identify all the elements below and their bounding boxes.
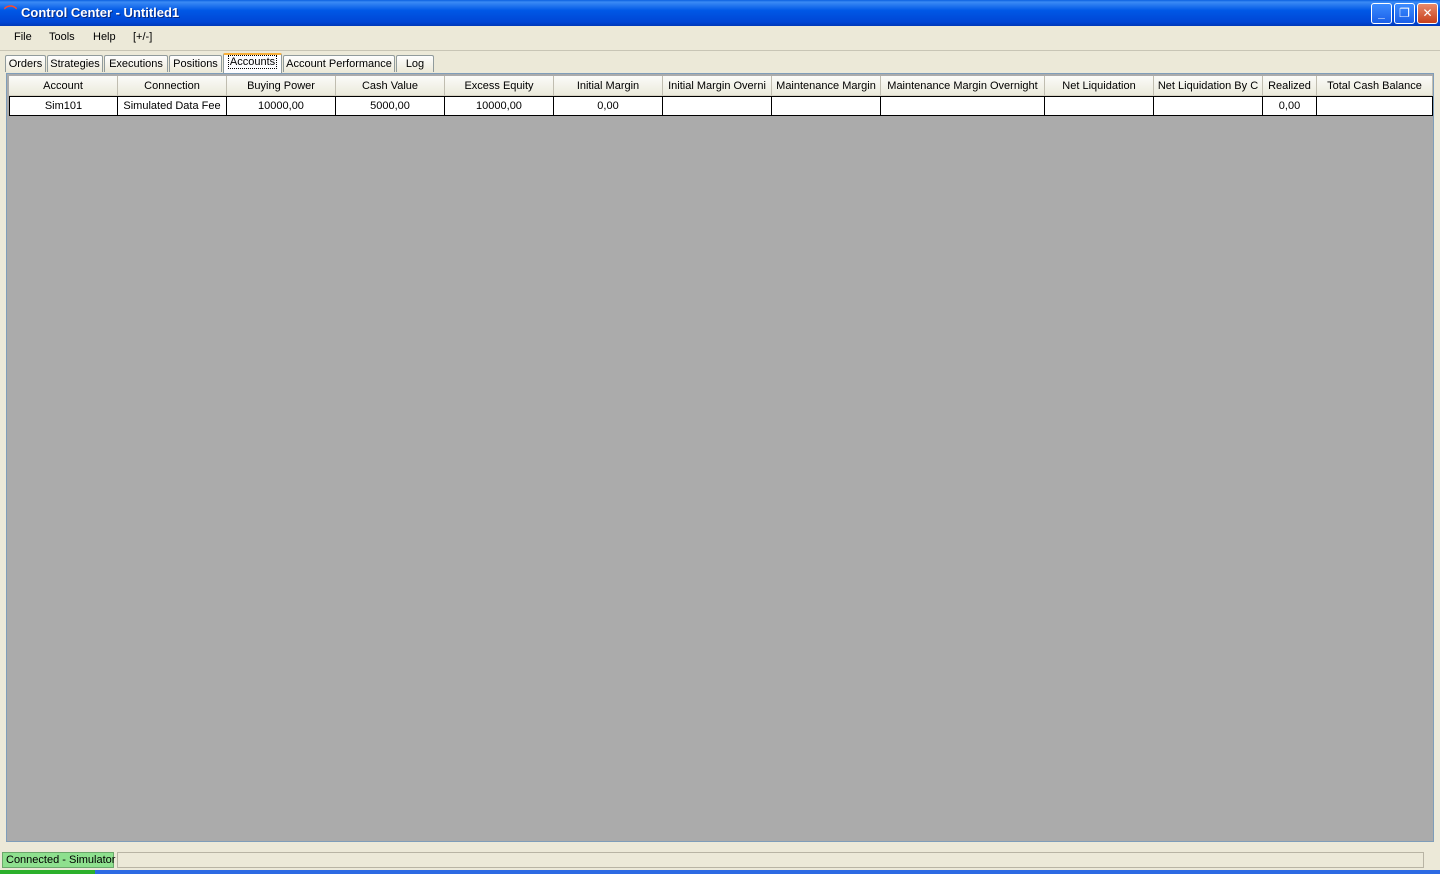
cell-maintenance-margin-overnight[interactable] (881, 96, 1045, 116)
tab-accounts[interactable]: Accounts (223, 53, 282, 73)
cell-initial-margin[interactable]: 0,00 (554, 96, 663, 116)
cell-realized[interactable]: 0,00 (1263, 96, 1317, 116)
tab-executions[interactable]: Executions (104, 55, 168, 72)
col-maintenance-margin[interactable]: Maintenance Margin (772, 76, 881, 96)
col-initial-margin-overnight[interactable]: Initial Margin Overni (663, 76, 772, 96)
tab-accounts-label: Accounts (227, 55, 278, 69)
close-button[interactable]: ✕ (1417, 3, 1438, 24)
col-account[interactable]: Account (9, 76, 118, 96)
cell-maintenance-margin[interactable] (772, 96, 881, 116)
cell-cash-value[interactable]: 5000,00 (336, 96, 445, 116)
tab-orders[interactable]: Orders (5, 55, 46, 72)
tab-strip: Orders Strategies Executions Positions A… (0, 53, 1440, 73)
col-connection[interactable]: Connection (118, 76, 227, 96)
cell-excess-equity[interactable]: 10000,00 (445, 96, 554, 116)
tab-log[interactable]: Log (396, 55, 434, 72)
tab-strategies[interactable]: Strategies (47, 55, 103, 72)
col-cash-value[interactable]: Cash Value (336, 76, 445, 96)
title-bar[interactable]: ⌒ Control Center - Untitled1 _ ❐ ✕ (0, 0, 1440, 26)
menu-file[interactable]: File (14, 31, 32, 43)
window-title: Control Center - Untitled1 (21, 5, 180, 20)
connection-status: Connected - Simulator (2, 852, 115, 868)
col-total-cash-balance[interactable]: Total Cash Balance (1317, 76, 1433, 96)
col-maintenance-margin-overnight[interactable]: Maintenance Margin Overnight (881, 76, 1045, 96)
col-initial-margin[interactable]: Initial Margin (554, 76, 663, 96)
col-buying-power[interactable]: Buying Power (227, 76, 336, 96)
col-excess-equity[interactable]: Excess Equity (445, 76, 554, 96)
cell-total-cash-balance[interactable] (1317, 96, 1433, 116)
col-net-liquidation-by-currency[interactable]: Net Liquidation By C (1154, 76, 1263, 96)
accounts-grid-panel[interactable]: Account Connection Buying Power Cash Val… (6, 73, 1434, 842)
cell-buying-power[interactable]: 10000,00 (227, 96, 336, 116)
menu-help[interactable]: Help (93, 31, 116, 43)
menu-tools[interactable]: Tools (49, 31, 75, 43)
cell-net-liquidation[interactable] (1045, 96, 1154, 116)
cell-account[interactable]: Sim101 (9, 96, 118, 116)
col-realized[interactable]: Realized (1263, 76, 1317, 96)
restore-button[interactable]: ❐ (1394, 3, 1415, 24)
table-row[interactable]: Sim101 Simulated Data Fee 10000,00 5000,… (9, 96, 1433, 116)
status-bar: Connected - Simulator (0, 850, 1440, 870)
cell-initial-margin-overnight[interactable] (663, 96, 772, 116)
minimize-button[interactable]: _ (1371, 3, 1392, 24)
taskbar-edge (0, 870, 1440, 874)
col-net-liquidation[interactable]: Net Liquidation (1045, 76, 1154, 96)
cell-connection[interactable]: Simulated Data Fee (118, 96, 227, 116)
grid-header: Account Connection Buying Power Cash Val… (9, 76, 1433, 96)
app-icon: ⌒ (4, 5, 18, 20)
menu-bar: File Tools Help [+/-] (0, 26, 1440, 51)
status-message-area (117, 852, 1424, 868)
cell-net-liquidation-by-currency[interactable] (1154, 96, 1263, 116)
tab-account-performance[interactable]: Account Performance (283, 55, 395, 72)
tab-positions[interactable]: Positions (169, 55, 222, 72)
menu-toggle[interactable]: [+/-] (133, 31, 152, 43)
